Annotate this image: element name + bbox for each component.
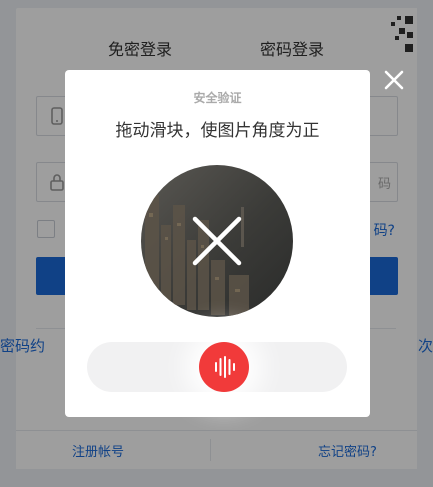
rotation-captcha-image (141, 165, 293, 317)
captcha-instruction: 拖动滑块，使图片角度为正 (115, 121, 320, 141)
slider-handle[interactable] (199, 342, 249, 392)
sound-bars-icon (215, 356, 235, 378)
captcha-title: 安全验证 (193, 91, 242, 105)
close-icon[interactable] (383, 69, 405, 91)
captcha-dialog: 安全验证 拖动滑块，使图片角度为正 (65, 70, 370, 417)
